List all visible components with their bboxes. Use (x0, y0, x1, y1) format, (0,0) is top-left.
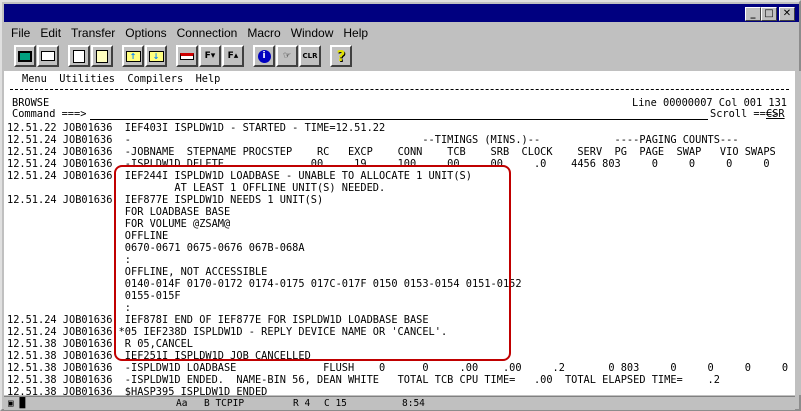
clear-icon[interactable]: CLR (299, 45, 321, 67)
log-message: IEF403I ISPLDW1D - STARTED - TIME=12.51.… (124, 122, 386, 134)
log-line: 12.51.24 JOB01636 - --TIMINGS (MINS.)-- … (7, 134, 739, 146)
log-timestamp-job: 12.51.38 JOB01636 (7, 362, 125, 374)
clock: 8:54 (402, 398, 425, 409)
menu-window[interactable]: Window (286, 24, 339, 42)
log-message: -ISPLDW1D LOADBASE FLUSH 0 0 .00 .00 .2 … (124, 362, 789, 374)
paste-icon[interactable] (91, 45, 113, 67)
log-line: 12.51.38 JOB01636 -ISPLDW1D ENDED. NAME-… (7, 374, 720, 386)
menu-bar: File Edit Transfer Options Connection Ma… (6, 24, 373, 42)
toolbar: ↑ ↓ F▾ F▴ i ☞ CLR ? (14, 45, 353, 71)
command-label: Command ===> (12, 108, 93, 120)
cursor-row: R 4 (293, 398, 311, 409)
help-icon[interactable]: ? (330, 45, 352, 67)
log-timestamp-job: 12.51.24 JOB01636 (7, 146, 125, 158)
log-timestamp-job (7, 278, 125, 290)
print-icon[interactable] (37, 45, 59, 67)
log-line: 12.51.22 JOB01636 IEF403I ISPLDW1D - STA… (7, 122, 385, 134)
maximize-button[interactable]: □ (761, 7, 777, 21)
log-timestamp-job (7, 182, 125, 194)
menu-macro[interactable]: Macro (242, 24, 285, 42)
ispf-menu-bar[interactable]: Menu Utilities Compilers Help (22, 73, 220, 85)
log-line: : (7, 302, 131, 314)
command-input[interactable] (90, 108, 708, 120)
cursor-col: C 15 (324, 398, 347, 409)
scroll-amount-input[interactable]: CSR (766, 108, 785, 120)
log-line: 12.51.24 JOB01636 -JOBNAME STEPNAME PROC… (7, 146, 776, 158)
menu-divider (10, 89, 789, 90)
log-timestamp-job (7, 206, 125, 218)
emulator-window: _ □ ✕ File Edit Transfer Options Connect… (0, 0, 801, 411)
log-timestamp-job: 12.51.24 JOB01636 (7, 158, 125, 170)
keyboard-map-icon[interactable] (176, 45, 198, 67)
log-timestamp-job (7, 218, 125, 230)
terminal-screen[interactable]: Menu Utilities Compilers Help BROWSE Lin… (4, 71, 795, 398)
info-icon[interactable]: i (253, 45, 275, 67)
minimize-button[interactable]: _ (745, 7, 761, 21)
log-timestamp-job: 12.51.24 JOB01636 (7, 314, 125, 326)
title-bar: _ □ ✕ (4, 4, 799, 22)
close-button[interactable]: ✕ (779, 7, 795, 21)
log-timestamp-job (7, 290, 125, 302)
log-timestamp-job (7, 302, 125, 314)
log-timestamp-job: 12.51.38 JOB01636 (7, 338, 125, 350)
point-icon[interactable]: ☞ (276, 45, 298, 67)
log-timestamp-job (7, 266, 125, 278)
font-smaller-icon[interactable]: F▾ (199, 45, 221, 67)
log-timestamp-job: 12.51.22 JOB01636 (7, 122, 125, 134)
highlight-annotation (114, 165, 511, 361)
info-glyph: i (257, 49, 271, 63)
log-line: 12.51.38 JOB01636 -ISPLDW1D LOADBASE FLU… (7, 362, 788, 374)
session-name: B TCPIP (204, 398, 245, 409)
keyboard-lock-indicator: ▣ █ (8, 398, 26, 409)
right-border (795, 71, 801, 395)
log-timestamp-job: 12.51.24 JOB01636 (7, 326, 119, 338)
log-timestamp-job: 12.51.24 JOB01636 (7, 194, 125, 206)
input-mode: Aa (176, 398, 188, 409)
log-timestamp-job: 12.51.24 JOB01636 (7, 170, 125, 182)
log-line: : (7, 254, 131, 266)
menu-connection[interactable]: Connection (172, 24, 243, 42)
menu-edit[interactable]: Edit (35, 24, 66, 42)
log-message: -JOBNAME STEPNAME PROCSTEP RC EXCP CONN … (124, 146, 776, 158)
menu-file[interactable]: File (6, 24, 35, 42)
log-timestamp-job: 12.51.38 JOB01636 (7, 350, 125, 362)
log-timestamp-job (7, 242, 125, 254)
log-message: - --TIMINGS (MINS.)-- ----PAGING COUNTS-… (124, 134, 739, 146)
receive-file-icon[interactable]: ↓ (145, 45, 167, 67)
log-timestamp-job (7, 254, 125, 266)
menu-help[interactable]: Help (338, 24, 373, 42)
log-message: -ISPLDW1D ENDED. NAME-BIN 56, DEAN WHITE… (124, 374, 720, 386)
log-timestamp-job (7, 230, 125, 242)
send-file-icon[interactable]: ↑ (122, 45, 144, 67)
display-icon[interactable] (14, 45, 36, 67)
menu-options[interactable]: Options (120, 24, 171, 42)
log-timestamp-job: 12.51.38 JOB01636 (7, 374, 125, 386)
status-bar: ▣ █ Aa B TCPIP R 4 C 15 8:54 (4, 396, 795, 410)
log-timestamp-job: 12.51.24 JOB01636 (7, 134, 125, 146)
font-larger-icon[interactable]: F▴ (222, 45, 244, 67)
menu-transfer[interactable]: Transfer (66, 24, 120, 42)
copy-icon[interactable] (68, 45, 90, 67)
